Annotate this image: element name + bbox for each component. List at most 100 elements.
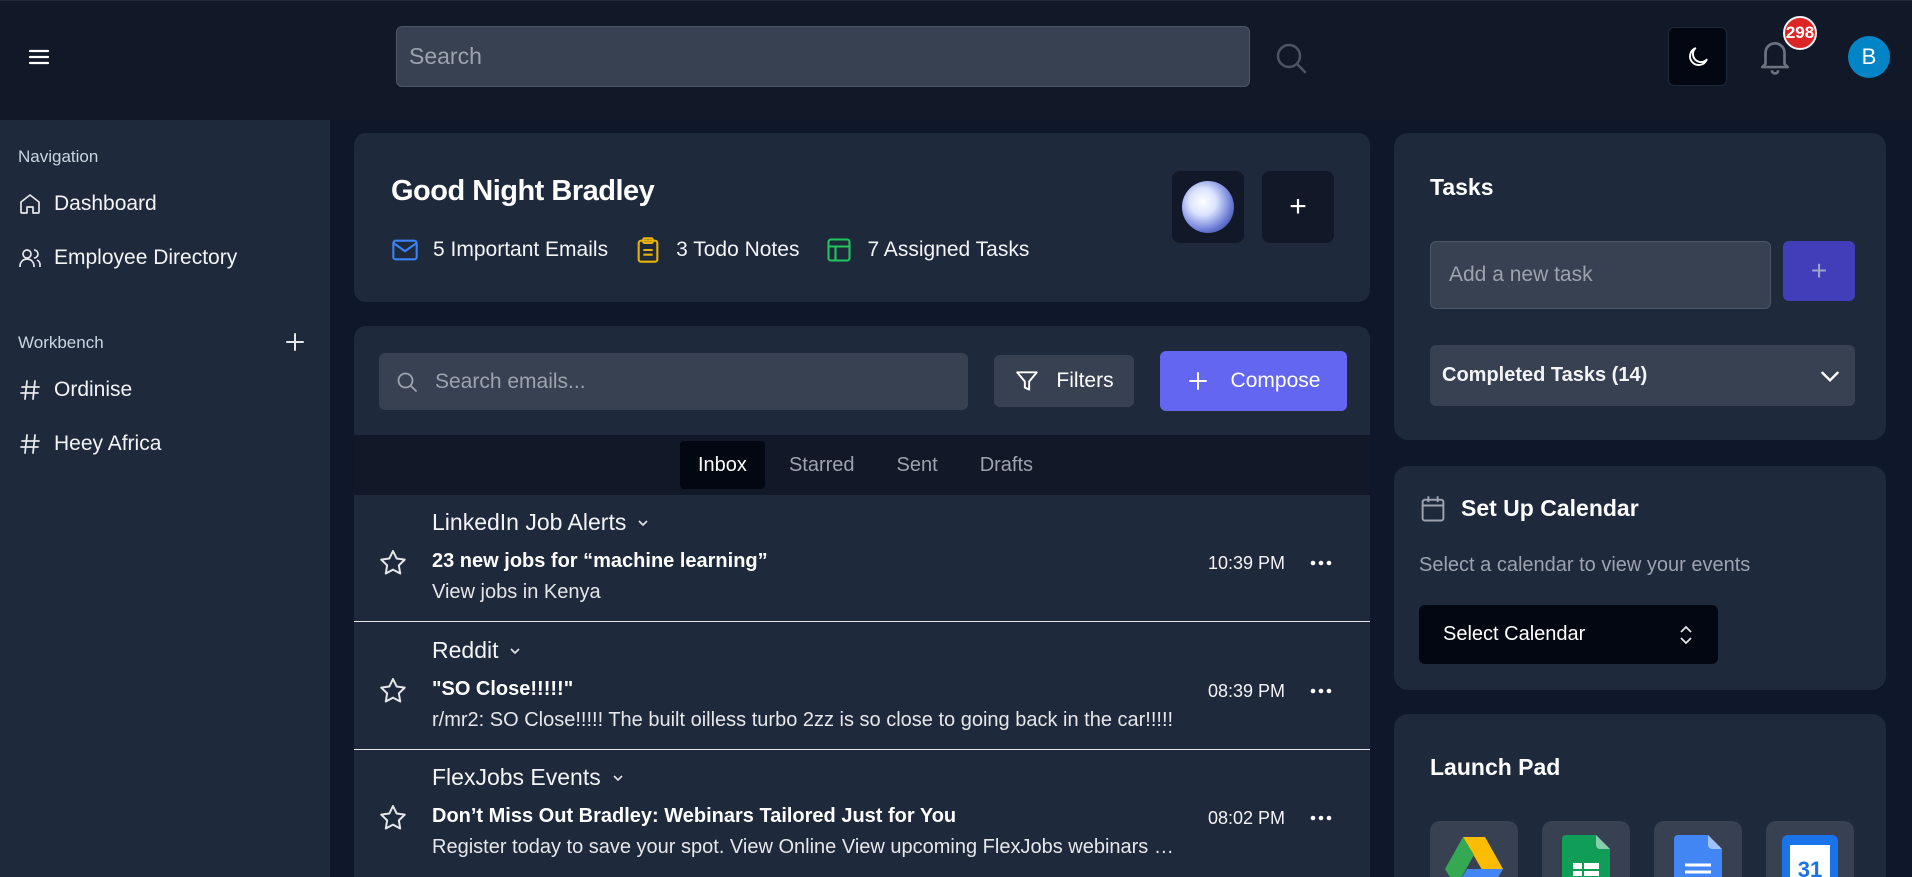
plus-icon: [1188, 372, 1207, 390]
clipboard-icon: [637, 237, 659, 263]
tasks-title: Tasks: [1430, 174, 1494, 200]
calendar-day-number: 31: [1798, 857, 1822, 877]
email-row[interactable]: Reddit "SO Close!!!!!" r/mr2: SO Close!!…: [354, 623, 1370, 750]
stat-label: 5 Important Emails: [433, 238, 609, 261]
google-sheets-icon[interactable]: [1542, 821, 1630, 877]
email-subject: 23 new jobs for “machine learning”: [432, 550, 768, 572]
theme-toggle-button[interactable]: [1668, 27, 1727, 86]
tab-inbox[interactable]: Inbox: [680, 441, 765, 489]
hash-icon: [20, 380, 40, 400]
email-sender: Reddit: [432, 637, 522, 664]
add-task-button[interactable]: +: [1783, 241, 1855, 301]
select-calendar-dropdown[interactable]: Select Calendar: [1419, 605, 1718, 664]
greeting-card: Good Night Bradley 5 Important Emails 3 …: [354, 133, 1370, 302]
email-search[interactable]: [379, 353, 968, 410]
new-task-input[interactable]: [1430, 241, 1771, 309]
sidebar-item-dashboard[interactable]: Dashboard: [18, 192, 157, 216]
greeting-title: Good Night Bradley: [391, 175, 655, 207]
email-panel: Filters Compose Inbox Starred Sent Draft…: [354, 326, 1370, 877]
launch-pad-title: Launch Pad: [1430, 754, 1561, 780]
completed-tasks-toggle[interactable]: Completed Tasks (14): [1430, 345, 1855, 406]
globe-icon: [1182, 181, 1234, 233]
sidebar: Navigation Dashboard Employee Directory …: [0, 120, 330, 877]
compose-label: Compose: [1230, 369, 1321, 392]
email-time: 08:02 PM: [1208, 808, 1286, 828]
star-icon[interactable]: [377, 802, 409, 834]
email-sender-name: LinkedIn Job Alerts: [432, 509, 627, 535]
email-subject: Don’t Miss Out Bradley: Webinars Tailore…: [432, 805, 957, 827]
email-subject: "SO Close!!!!!": [432, 678, 574, 700]
calendar-card: Set Up Calendar Select a calendar to vie…: [1394, 466, 1886, 690]
completed-tasks-label: Completed Tasks (14): [1442, 364, 1648, 386]
sidebar-item-employee-directory[interactable]: Employee Directory: [18, 246, 237, 270]
chevron-down-icon[interactable]: [508, 644, 522, 658]
layout-icon: [827, 238, 852, 262]
navigation-heading: Navigation: [18, 147, 99, 166]
tab-starred[interactable]: Starred: [771, 441, 873, 489]
email-preview: View jobs in Kenya: [432, 581, 601, 603]
google-drive-icon[interactable]: [1430, 821, 1518, 877]
search-input[interactable]: [396, 26, 1250, 87]
chevrons-up-down-icon: [1680, 625, 1692, 644]
email-sender-name: FlexJobs Events: [432, 764, 601, 790]
moon-icon: [1688, 46, 1708, 66]
filters-button[interactable]: Filters: [994, 355, 1134, 407]
chevron-down-icon[interactable]: [611, 771, 625, 785]
sidebar-item-ordinise[interactable]: Ordinise: [18, 378, 132, 402]
more-options-icon[interactable]: [1309, 559, 1333, 567]
email-preview: r/mr2: SO Close!!!!! The built oilless t…: [432, 709, 1174, 731]
tab-sent[interactable]: Sent: [879, 441, 956, 489]
todo-notes-stat[interactable]: 3 Todo Notes: [634, 236, 799, 264]
email-row[interactable]: LinkedIn Job Alerts 23 new jobs for “mac…: [354, 495, 1370, 622]
globe-button[interactable]: [1172, 171, 1244, 243]
chevron-down-icon[interactable]: [636, 516, 650, 530]
launch-pad-card: Launch Pad 31: [1394, 714, 1886, 877]
sidebar-item-label: Dashboard: [54, 192, 157, 215]
email-time: 10:39 PM: [1208, 553, 1286, 573]
tasks-card: Tasks + Completed Tasks (14): [1394, 133, 1886, 440]
email-preview: Register today to save your spot. View O…: [432, 836, 1177, 858]
top-bar: 298 B: [0, 0, 1912, 120]
add-button[interactable]: +: [1262, 171, 1334, 243]
menu-icon[interactable]: [24, 45, 54, 69]
email-sender-name: Reddit: [432, 637, 499, 663]
user-avatar[interactable]: B: [1848, 36, 1890, 78]
stat-label: 7 Assigned Tasks: [867, 238, 1030, 261]
more-options-icon[interactable]: [1309, 814, 1333, 822]
chevron-down-icon: [1821, 371, 1839, 382]
workbench-heading: Workbench: [18, 333, 104, 352]
filters-label: Filters: [1056, 369, 1114, 392]
sidebar-item-label: Ordinise: [54, 378, 133, 401]
google-calendar-icon[interactable]: 31: [1766, 821, 1854, 877]
select-calendar-label: Select Calendar: [1443, 623, 1586, 645]
home-icon: [20, 194, 40, 214]
notification-count-badge: 298: [1783, 16, 1817, 50]
calendar-title: Set Up Calendar: [1461, 495, 1639, 521]
filter-icon: [1016, 371, 1039, 391]
important-emails-stat[interactable]: 5 Important Emails: [391, 236, 608, 264]
search-icon[interactable]: [1272, 39, 1310, 77]
google-docs-icon[interactable]: [1654, 821, 1742, 877]
mail-icon: [392, 239, 418, 261]
search-icon: [397, 372, 417, 392]
email-row[interactable]: FlexJobs Events Don’t Miss Out Bradley: …: [354, 750, 1370, 877]
stat-label: 3 Todo Notes: [676, 238, 800, 261]
email-search-input[interactable]: [435, 369, 955, 394]
calendar-icon: [1421, 496, 1445, 522]
more-options-icon[interactable]: [1309, 687, 1333, 695]
add-workbench-icon[interactable]: [284, 331, 306, 353]
sidebar-item-label: Heey Africa: [54, 432, 162, 455]
sidebar-item-heey-africa[interactable]: Heey Africa: [18, 432, 161, 456]
email-sender: LinkedIn Job Alerts: [432, 509, 650, 536]
tab-drafts[interactable]: Drafts: [962, 441, 1051, 489]
calendar-subtitle: Select a calendar to view your events: [1419, 554, 1751, 576]
users-icon: [19, 249, 41, 267]
hash-icon: [20, 434, 40, 454]
star-icon[interactable]: [377, 675, 409, 707]
compose-button[interactable]: Compose: [1160, 351, 1347, 411]
email-sender: FlexJobs Events: [432, 764, 625, 791]
email-tabs-bar: Inbox Starred Sent Drafts: [354, 435, 1370, 495]
star-icon[interactable]: [377, 547, 409, 579]
assigned-tasks-stat[interactable]: 7 Assigned Tasks: [825, 236, 1029, 264]
email-time: 08:39 PM: [1208, 681, 1286, 701]
